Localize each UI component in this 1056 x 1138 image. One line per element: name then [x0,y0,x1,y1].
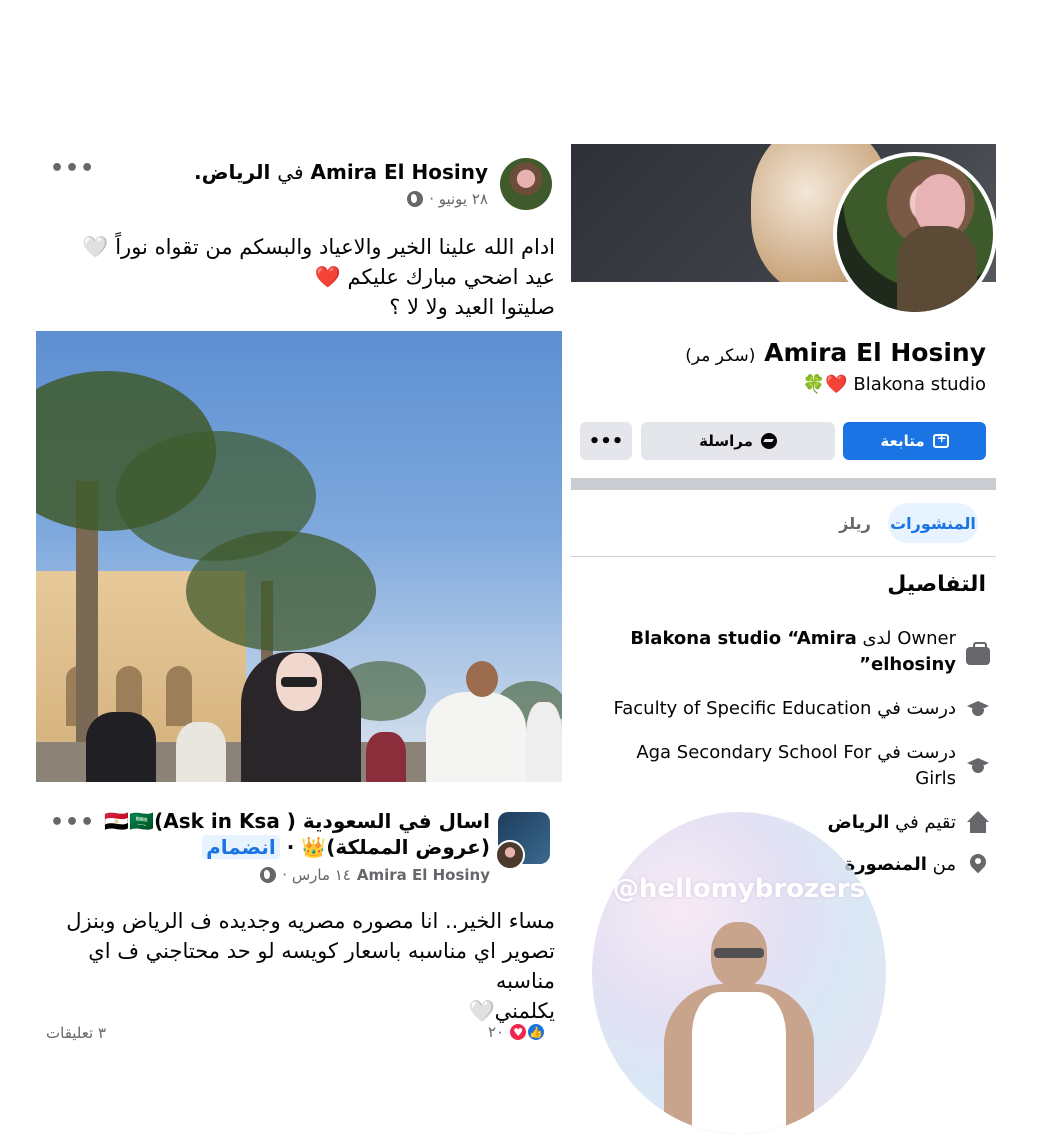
post1-author-avatar[interactable] [500,158,552,210]
post2-line3: يكلمني🤍 [40,996,555,1026]
profile-name: Amira El Hosiny (سكر مر) [685,338,986,367]
post2-author-avatar[interactable] [495,840,525,870]
photo-person [86,712,156,782]
detail-education-2: درست في Aga Secondary School For Girls [600,740,990,792]
message-button-label: مراسلة [699,432,753,450]
follow-icon [932,431,949,448]
comments-count[interactable]: ٣ تعليقات [46,1024,106,1042]
reaction-count: ٢٠ [488,1023,505,1041]
post1-author-name[interactable]: Amira El Hosiny [311,160,489,184]
location-pin-icon [966,853,990,877]
graduation-cap-icon [966,754,990,778]
profile-bio-text: Blakona studio [853,374,986,395]
post1-location[interactable]: الرياض. [194,160,270,184]
clover-emoji: 🍀 [802,374,826,395]
section-divider [571,478,996,490]
group-title: اسال في السعودية ( Ask in Ksa)🇪🇬🇸🇦 (عروض… [90,808,490,860]
profile-bio: Blakona studio ❤️🍀 [803,374,986,395]
detail-work: Owner لدى Blakona studio “Amira elhosiny… [600,626,990,678]
post2-date[interactable]: ١٤ مارس · [282,866,351,884]
post2-line2: تصوير اي مناسبه باسعار كويسه لو حد محتاج… [88,939,555,993]
red-heart-emoji: ❤️ [825,374,848,395]
post1-header: Amira El Hosiny في الرياض. ٢٨ يونيو · ••… [40,152,560,212]
photo-person [176,722,226,782]
post2-meta: Amira El Hosiny ١٤ مارس · [260,866,490,884]
post2-author-name[interactable]: Amira El Hosiny [357,866,490,884]
education-1-link[interactable]: Faculty of Specific Education [614,698,872,719]
post2-more-options-button[interactable]: ••• [50,810,95,835]
message-button[interactable]: مراسلة [641,422,835,460]
hometown-link[interactable]: المنصورة [845,854,927,875]
join-separator: · [286,835,295,859]
join-group-button[interactable]: انضمام [202,835,280,859]
post1-photo[interactable] [36,331,562,782]
profile-display-name: Amira El Hosiny [764,338,986,367]
watermark-overlay: @hellomybrozers [592,812,886,1134]
white-heart-emoji: 🤍 [82,235,109,260]
watermark-handle: @hellomybrozers [612,874,866,904]
red-heart-emoji: ❤️ [314,265,341,289]
messenger-icon [760,433,777,449]
graduation-cap-icon [966,697,990,721]
tabs-divider [571,556,996,557]
follow-button[interactable]: متابعة [843,422,986,460]
profile-nickname: (سكر مر) [685,346,756,366]
home-icon [966,811,990,835]
post1-meta: ٢٨ يونيو · [407,190,488,208]
post1-line3: صليتوا العيد ولا لا ؟ [389,295,555,319]
lives-in-link[interactable]: الرياض [828,812,890,833]
watermark-portrait [654,922,824,1134]
post1-line2: عيد اضحي مبارك عليكم ❤️ [314,265,555,289]
profile-tabs: المنشورات ريلز [571,503,996,543]
photo-man [426,692,526,782]
details-title: التفاصيل [887,572,986,597]
like-reaction-icon: 👍 [526,1022,547,1042]
post1-title: Amira El Hosiny في الرياض. [194,160,488,184]
globe-icon [407,191,424,207]
detail-education-1: درست في Faculty of Specific Education [600,696,990,722]
reactions-summary[interactable]: 👍 ♥ ٢٠ [488,1022,547,1042]
briefcase-icon [966,642,990,665]
profile-picture[interactable] [833,152,997,316]
globe-icon [260,867,277,883]
tab-reels[interactable]: ريلز [832,503,878,543]
love-reaction-icon: ♥ [508,1022,529,1042]
group-name[interactable]: اسال في السعودية ( Ask in Ksa)🇪🇬🇸🇦 (عروض… [104,809,490,859]
post1-line1: ادام الله علينا الخير والاعياد والبسكم م… [40,232,555,262]
post2-header: اسال في السعودية ( Ask in Ksa)🇪🇬🇸🇦 (عروض… [40,806,560,896]
follow-button-label: متابعة [880,432,925,450]
post1-location-prefix: في [277,160,304,184]
post1-date[interactable]: ٢٨ يونيو · [429,190,488,208]
post2-line1: مساء الخير.. انا مصوره مصريه وجديده ف ال… [66,909,555,933]
post1-more-options-button[interactable]: ••• [50,156,95,181]
post2-text: مساء الخير.. انا مصوره مصريه وجديده ف ال… [40,906,555,1026]
profile-more-button[interactable]: ••• [580,422,632,460]
tab-posts[interactable]: المنشورات [888,503,978,543]
post1-text: ادام الله علينا الخير والاعياد والبسكم م… [40,232,555,322]
